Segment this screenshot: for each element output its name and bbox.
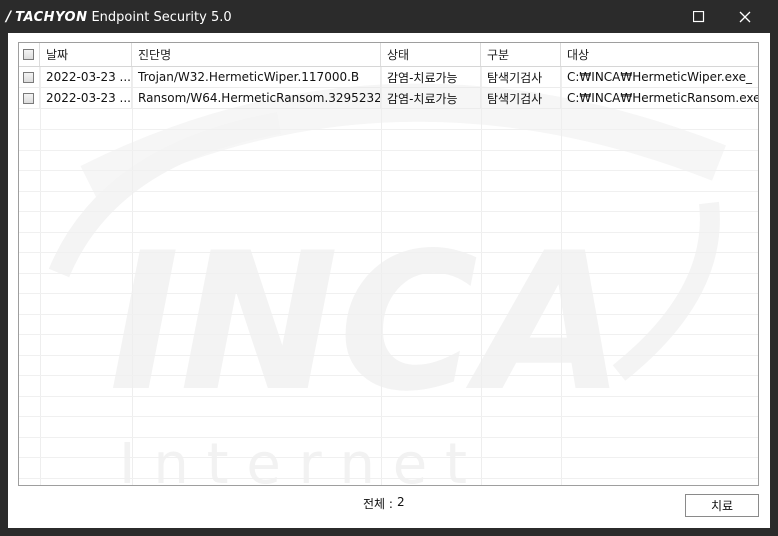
grid-line xyxy=(19,314,758,315)
grid-line xyxy=(19,437,758,438)
detection-list[interactable]: INCA I n t e r n e t 날짜 진단명 상태 구분 대상 202… xyxy=(18,42,759,486)
date-cell: 2022-03-23 ... xyxy=(40,67,132,87)
tachyon-logo-icon: / xyxy=(6,9,12,25)
grid-line xyxy=(19,355,758,356)
close-button[interactable] xyxy=(722,0,768,33)
watermark-logo-text: INCA xyxy=(109,212,625,433)
date-cell: 2022-03-23 ... xyxy=(40,88,132,108)
grid-line xyxy=(19,129,758,130)
grid-line xyxy=(19,150,758,151)
grid-line xyxy=(19,416,758,417)
grid-line xyxy=(19,191,758,192)
grid-line xyxy=(19,252,758,253)
select-all-column[interactable] xyxy=(19,43,40,66)
client-area: INCA I n t e r n e t 날짜 진단명 상태 구분 대상 202… xyxy=(8,33,770,528)
row-checkbox[interactable] xyxy=(23,92,34,104)
target-cell: C:₩INCA₩HermeticRansom.exe_ xyxy=(567,91,758,105)
column-target[interactable]: 대상 xyxy=(561,43,758,66)
grid-line xyxy=(19,478,758,479)
grid-line xyxy=(19,293,758,294)
row-checkbox[interactable] xyxy=(23,71,34,83)
total-label: 전체 : xyxy=(363,497,393,511)
type-cell: 탐색기검사 xyxy=(481,67,561,87)
total-value: 2 xyxy=(396,495,405,509)
detection-name-cell: Ransom/W64.HermeticRansom.3295232 xyxy=(132,88,381,108)
grid-line xyxy=(19,170,758,171)
grid-line xyxy=(19,334,758,335)
window-title: Endpoint Security 5.0 xyxy=(91,9,232,25)
treat-button[interactable]: 치료 xyxy=(685,494,759,517)
status-cell: 감염-치료가능 xyxy=(381,67,481,87)
column-status[interactable]: 상태 xyxy=(381,43,481,66)
target-cell: C:₩INCA₩HermeticWiper.exe_ xyxy=(567,70,752,84)
grid-line xyxy=(19,232,758,233)
column-detection-name[interactable]: 진단명 xyxy=(132,43,381,66)
total-count: 전체 : 2 xyxy=(363,495,405,512)
column-date[interactable]: 날짜 xyxy=(40,43,132,66)
title-bar[interactable]: / TACHYON Endpoint Security 5.0 xyxy=(0,0,778,33)
grid-line xyxy=(19,375,758,376)
list-header: 날짜 진단명 상태 구분 대상 xyxy=(19,43,758,67)
app-logo: TACHYON xyxy=(15,9,88,25)
row-select-cell[interactable] xyxy=(19,88,40,108)
grid-line xyxy=(19,396,758,397)
maximize-button[interactable] xyxy=(676,0,722,33)
close-icon xyxy=(739,11,751,22)
app-window: / TACHYON Endpoint Security 5.0 INCA I n… xyxy=(0,0,778,536)
grid-line xyxy=(19,211,758,212)
title-wrap: / TACHYON Endpoint Security 5.0 xyxy=(6,7,232,27)
maximize-icon xyxy=(693,10,705,22)
row-select-cell[interactable] xyxy=(19,67,40,87)
inca-watermark: INCA I n t e r n e t xyxy=(48,83,726,485)
table-row[interactable]: 2022-03-23 ... Ransom/W64.HermeticRansom… xyxy=(19,88,758,109)
type-cell: 탐색기검사 xyxy=(481,88,561,108)
grid-line xyxy=(19,273,758,274)
table-row[interactable]: 2022-03-23 ... Trojan/W32.HermeticWiper.… xyxy=(19,67,758,88)
status-cell: 감염-치료가능 xyxy=(381,88,481,108)
column-type[interactable]: 구분 xyxy=(481,43,561,66)
grid-line xyxy=(19,457,758,458)
select-all-checkbox[interactable] xyxy=(23,49,34,60)
detection-name-cell: Trojan/W32.HermeticWiper.117000.B xyxy=(132,67,381,87)
